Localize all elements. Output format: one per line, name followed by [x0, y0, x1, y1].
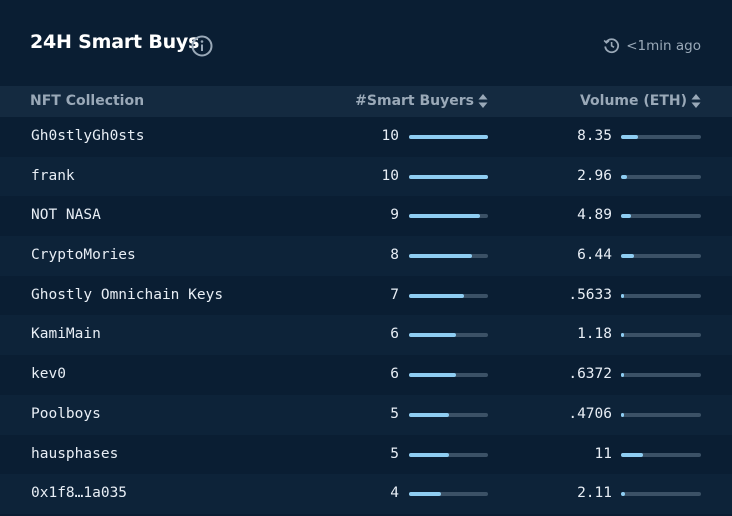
info-icon[interactable]	[191, 35, 213, 57]
volume-bar-fill	[621, 214, 631, 219]
last-updated: <1min ago	[603, 37, 701, 54]
collection-name[interactable]: NOT NASA	[31, 207, 101, 223]
table-row[interactable]: Gh0stlyGh0sts 10 8.35	[0, 117, 732, 157]
smart-buyers-bar-fill	[409, 254, 473, 259]
smart-buyers-count: 7	[390, 286, 399, 303]
volume-bar	[621, 412, 701, 417]
volume-value: 11	[594, 445, 612, 462]
volume-bar	[621, 214, 701, 219]
smart-buyers-bar-fill	[409, 293, 465, 298]
smart-buyers-bar	[409, 135, 488, 139]
collection-name[interactable]: hausphases	[31, 446, 118, 462]
volume-value: .6372	[568, 366, 612, 383]
volume-bar	[621, 293, 701, 298]
volume-bar-fill	[621, 293, 625, 298]
volume-bar-fill	[621, 373, 625, 378]
smart-buyers-bar-fill	[409, 333, 457, 338]
smart-buyers-bar	[409, 492, 488, 497]
collection-name[interactable]: CryptoMories	[31, 247, 136, 263]
volume-bar	[621, 333, 701, 338]
volume-bar-fill	[621, 254, 634, 259]
table-row[interactable]: NOT NASA 9 4.89	[0, 196, 732, 237]
smart-buyers-bar-fill	[409, 452, 449, 457]
column-volume-eth[interactable]: Volume (ETH)	[580, 93, 701, 109]
table-row[interactable]: 0x1f8…1a035 4 2.11	[0, 474, 732, 514]
card-header: 24H Smart Buys <1min ago	[0, 0, 732, 86]
volume-bar	[621, 254, 701, 259]
column-nft-collection: NFT Collection	[30, 93, 145, 109]
smart-buyers-count: 6	[390, 326, 399, 343]
smart-buyers-bar	[409, 254, 488, 259]
volume-value: 2.96	[577, 167, 612, 184]
smart-buyers-bar	[409, 293, 488, 298]
volume-value: .4706	[568, 405, 612, 422]
table-row[interactable]: Ghostly Omnichain Keys 7 .5633	[0, 275, 732, 316]
table-header: NFT Collection #Smart Buyers Volume (ETH…	[0, 86, 732, 117]
smart-buyers-bar-fill	[409, 174, 488, 179]
smart-buyers-bar	[409, 214, 488, 219]
collection-name[interactable]: Poolboys	[31, 406, 101, 422]
table-row[interactable]: kev0 6 .6372	[0, 355, 732, 395]
smart-buyers-count: 4	[390, 485, 399, 502]
collection-name[interactable]: KamiMain	[31, 326, 101, 342]
volume-value: 1.18	[577, 326, 612, 343]
smart-buyers-bar	[409, 174, 488, 179]
smart-buyers-bar	[409, 373, 488, 378]
collection-name[interactable]: 0x1f8…1a035	[31, 485, 127, 501]
sort-icon[interactable]	[691, 93, 701, 109]
volume-value: 4.89	[577, 207, 612, 224]
history-clock-icon[interactable]	[603, 37, 620, 54]
collection-name[interactable]: Gh0stlyGh0sts	[31, 128, 145, 144]
volume-bar-fill	[621, 452, 643, 457]
volume-bar-fill	[621, 174, 627, 179]
column-smart-buyers[interactable]: #Smart Buyers	[355, 93, 488, 109]
smart-buyers-bar-fill	[409, 135, 488, 139]
volume-bar	[621, 174, 701, 179]
smart-buys-card: 24H Smart Buys <1min ago NFT Collection …	[0, 0, 732, 516]
table-body: Gh0stlyGh0sts 10 8.35 frank 10 2.96 NOT NASA 9 4…	[0, 117, 732, 514]
collection-name[interactable]: frank	[31, 168, 75, 184]
smart-buyers-bar-fill	[409, 412, 449, 417]
volume-value: 2.11	[577, 485, 612, 502]
volume-bar	[621, 373, 701, 378]
smart-buyers-count: 5	[390, 445, 399, 462]
collection-name[interactable]: kev0	[31, 366, 66, 382]
smart-buyers-bar-fill	[409, 492, 441, 497]
volume-bar-fill	[621, 412, 625, 417]
smart-buyers-bar	[409, 452, 488, 457]
volume-bar	[621, 492, 701, 497]
volume-bar-fill	[621, 333, 625, 338]
smart-buyers-bar	[409, 333, 488, 338]
smart-buyers-count: 10	[381, 128, 399, 144]
smart-buyers-count: 5	[390, 405, 399, 422]
volume-bar	[621, 452, 701, 457]
smart-buyers-bar	[409, 412, 488, 417]
volume-value: 6.44	[577, 247, 612, 264]
volume-value: .5633	[568, 286, 612, 303]
table-row[interactable]: CryptoMories 8 6.44	[0, 236, 732, 276]
volume-bar	[621, 135, 701, 139]
last-updated-text: <1min ago	[626, 37, 701, 54]
smart-buyers-bar-fill	[409, 214, 481, 219]
smart-buyers-count: 9	[390, 207, 399, 224]
card-title: 24H Smart Buys	[30, 31, 200, 53]
volume-value: 8.35	[577, 128, 612, 144]
table-row[interactable]: KamiMain 6 1.18	[0, 315, 732, 356]
table-row[interactable]: Poolboys 5 .4706	[0, 394, 732, 435]
smart-buyers-count: 8	[390, 247, 399, 264]
smart-buyers-count: 10	[381, 167, 399, 184]
volume-bar-fill	[621, 135, 638, 139]
sort-icon[interactable]	[478, 93, 488, 109]
table-row[interactable]: frank 10 2.96	[0, 156, 732, 197]
smart-buyers-bar-fill	[409, 373, 457, 378]
smart-buyers-count: 6	[390, 366, 399, 383]
collection-name[interactable]: Ghostly Omnichain Keys	[31, 287, 223, 303]
table-row[interactable]: hausphases 5 11	[0, 434, 732, 475]
volume-bar-fill	[621, 492, 626, 497]
